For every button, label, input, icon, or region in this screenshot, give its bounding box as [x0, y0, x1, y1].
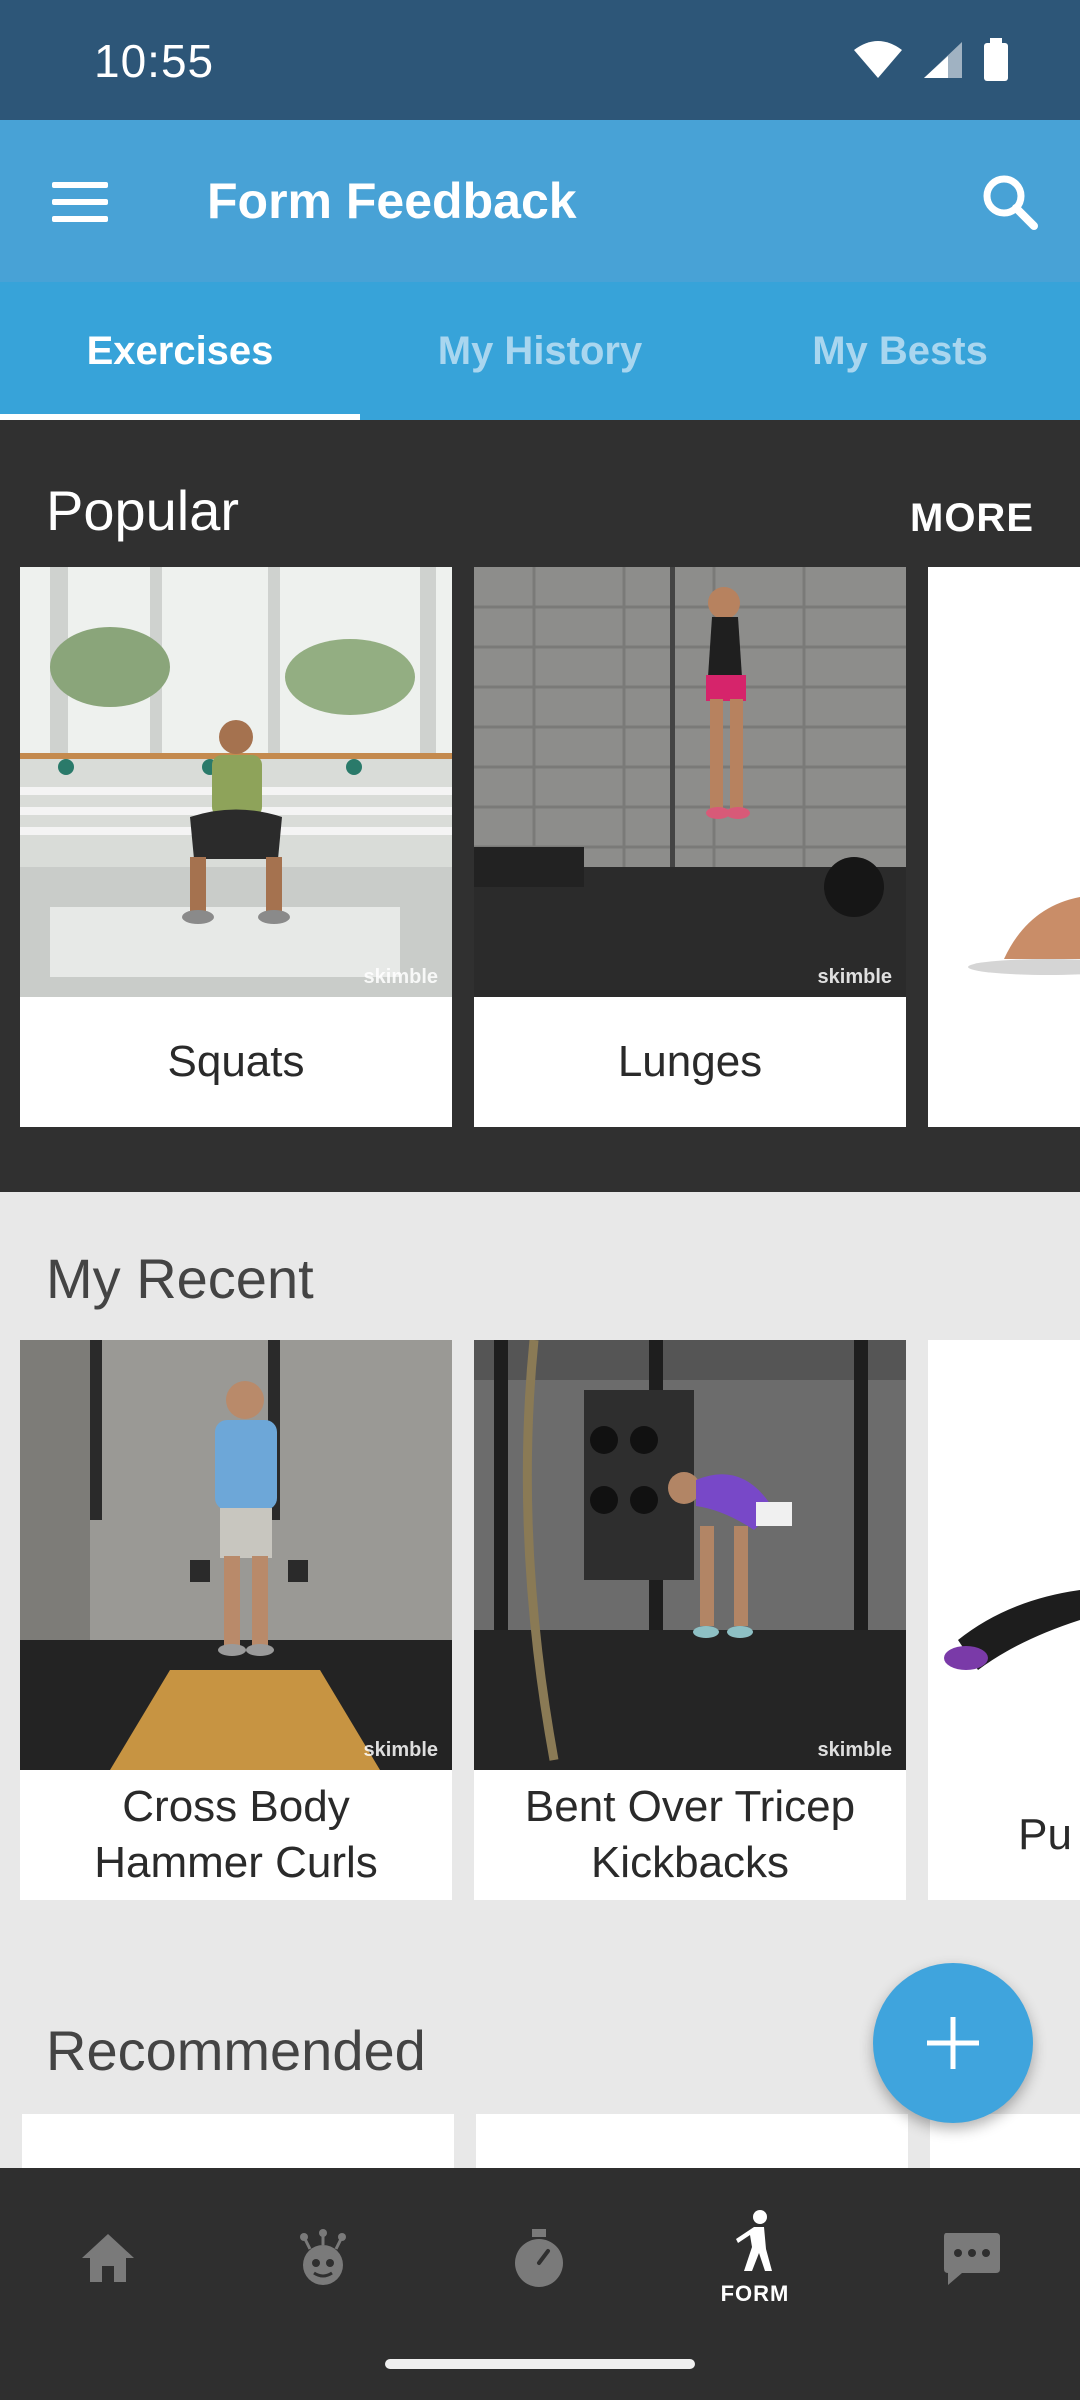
status-icons: [852, 38, 1010, 82]
home-icon: [82, 2234, 134, 2282]
section-title-my-recent: My Recent: [46, 1247, 314, 1310]
add-button[interactable]: [873, 1963, 1033, 2123]
watermark: skimble: [817, 1739, 892, 1761]
status-bar: 10:55: [0, 0, 1080, 120]
wifi-icon: [854, 41, 902, 78]
signal-icon: [924, 42, 962, 78]
nav-brain[interactable]: [243, 2198, 403, 2318]
exercise-card-cross-body-hammer-curls[interactable]: skimble Cross Body Hammer Curls: [20, 1340, 452, 1900]
tab-my-bests[interactable]: My Bests: [720, 282, 1080, 420]
exercise-image: [928, 567, 1080, 997]
menu-button[interactable]: [40, 170, 120, 234]
popular-section: Popular MORE skimble Squats skimble Lung…: [0, 420, 1080, 1192]
exercise-name: Lunges: [617, 1037, 763, 1086]
nav-form[interactable]: FORM: [675, 2198, 835, 2318]
app-bar: Form Feedback: [0, 120, 1080, 282]
exercise-card-partial[interactable]: Pu: [928, 1340, 1080, 1900]
nav-label-form: FORM: [720, 2281, 790, 2306]
exercise-image: skimble: [20, 1340, 452, 1770]
search-icon: [983, 175, 1038, 230]
status-time: 10:55: [94, 35, 215, 87]
chat-icon: [944, 2233, 1000, 2285]
exercise-name: Bent Over Tricep Kickbacks: [524, 1782, 856, 1887]
exercise-name: Cross Body Hammer Curls: [94, 1782, 378, 1887]
battery-icon: [984, 38, 1008, 81]
page-title: Form Feedback: [207, 173, 577, 229]
home-indicator[interactable]: [385, 2359, 695, 2369]
exercise-image: skimble: [20, 567, 452, 997]
menu-icon-line: [52, 199, 108, 205]
nav-home[interactable]: [28, 2198, 188, 2318]
exercise-card-bent-over-tricep-kickbacks[interactable]: skimble Bent Over Tricep Kickbacks: [474, 1340, 906, 1900]
brain-icon: [300, 2229, 346, 2285]
exercise-card-partial[interactable]: [928, 567, 1080, 1127]
watermark: skimble: [817, 966, 892, 988]
tab-my-history[interactable]: My History: [360, 282, 720, 420]
exercise-name: Squats: [167, 1037, 305, 1086]
menu-icon-line: [52, 216, 108, 222]
exercise-name: Pu: [1018, 1810, 1072, 1859]
exercise-card-squats[interactable]: skimble Squats: [20, 567, 452, 1127]
search-button[interactable]: [978, 170, 1042, 234]
section-title-recommended: Recommended: [46, 2019, 426, 2082]
watermark: skimble: [363, 966, 438, 988]
exercise-image: [928, 1340, 1080, 1770]
more-button[interactable]: MORE: [910, 496, 1034, 541]
tab-exercises[interactable]: Exercises: [0, 282, 360, 420]
form-icon: [736, 2210, 772, 2271]
exercise-image: skimble: [474, 1340, 906, 1770]
nav-workouts[interactable]: [459, 2198, 619, 2318]
menu-icon-line: [52, 182, 108, 188]
nav-chat[interactable]: [891, 2198, 1051, 2318]
tab-bar: Exercises My History My Bests: [0, 282, 1080, 420]
plus-icon: [927, 2017, 979, 2069]
exercise-card-lunges[interactable]: skimble Lunges: [474, 567, 906, 1127]
section-title-popular: Popular: [46, 479, 240, 542]
exercise-image: skimble: [474, 567, 906, 997]
stopwatch-icon: [515, 2229, 563, 2287]
watermark: skimble: [363, 1739, 438, 1761]
recommended-card[interactable]: [476, 2114, 908, 2168]
recommended-card[interactable]: [22, 2114, 454, 2168]
